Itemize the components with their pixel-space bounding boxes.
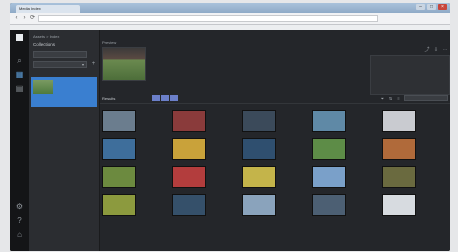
collections-panel: Assets > Index Collections ▾ + [29,30,100,251]
preview-label: Preview [102,40,117,45]
results-toolbar: Results ⏷ ⇅ ≡ [100,94,450,104]
back-icon[interactable]: ‹ [13,15,20,22]
thumbnail-image [382,138,416,160]
maximize-button[interactable]: □ [427,4,436,10]
grid-icon[interactable]: ▤ [15,84,24,93]
close-button[interactable]: × [438,4,447,10]
view-toggle-button[interactable] [161,95,169,101]
thumbnail-image [102,166,136,188]
grid-item[interactable] [310,194,378,222]
thumbnail-image [102,110,136,132]
grid-item[interactable] [170,194,238,222]
more-icon[interactable]: ⋯ [442,47,448,53]
thumbnail-image [242,110,276,132]
thumbnail-image [312,138,346,160]
monitor-frame: Media Index – □ × ‹ › ⟳ ⌕ ▦ ▤ ⚙ ? ⌂ Asse… [10,3,450,251]
preview-image[interactable] [102,47,146,81]
results-search-input[interactable] [404,95,448,101]
minimize-button[interactable]: – [416,4,425,10]
grid-item[interactable] [170,110,238,138]
thumbnail-image [242,166,276,188]
thumbnail-image [172,194,206,216]
settings-icon[interactable]: ⚙ [15,202,24,211]
thumbnail-image [102,194,136,216]
thumbnail-image [242,138,276,160]
grid-item[interactable] [240,138,308,166]
browser-tabbar: Media Index – □ × [10,3,450,13]
panel-search-input[interactable] [33,51,87,58]
results-title: Results [102,96,116,101]
filter-icon[interactable]: ⏷ [380,96,385,101]
sort-icon[interactable]: ⇅ [388,96,393,101]
download-icon[interactable]: ⇩ [433,47,439,53]
side-card [370,55,450,95]
grid-item[interactable] [310,166,378,194]
grid-item[interactable] [240,194,308,222]
thumbnail-image [102,138,136,160]
breadcrumb: Assets > Index [33,34,60,39]
grid-item[interactable] [240,110,308,138]
thumbnail-image [382,194,416,216]
grid-item[interactable] [240,166,308,194]
grid-item[interactable] [380,194,448,222]
grid-item[interactable] [100,166,168,194]
grid-item[interactable] [100,194,168,222]
thumbnail-image [312,110,346,132]
app-logo-icon [16,34,23,41]
metadata-panel [150,46,270,82]
thumbnail-image [312,166,346,188]
help-icon[interactable]: ? [15,216,24,225]
list-icon[interactable]: ≡ [396,96,401,101]
grid-item[interactable] [310,138,378,166]
results-tools: ⏷ ⇅ ≡ [380,95,448,101]
thumbnail-image [172,138,206,160]
thumbnail-image [172,110,206,132]
grid-item[interactable] [310,110,378,138]
collection-item-selected[interactable] [31,77,97,107]
forward-icon[interactable]: › [21,15,28,22]
thumbnail-image [172,166,206,188]
folder-icon[interactable]: ▦ [15,70,24,79]
thumbnail-image [312,194,346,216]
grid-item[interactable] [170,138,238,166]
collection-thumbnail [33,80,53,94]
thumbnail-image [242,194,276,216]
chevron-down-icon: ▾ [81,62,84,67]
meta-row [150,76,270,82]
window-controls: – □ × [416,4,447,11]
grid-item[interactable] [100,110,168,138]
thumbnail-image [382,166,416,188]
grid-item[interactable] [380,166,448,194]
add-collection-button[interactable]: + [90,61,97,68]
share-icon[interactable]: ⤴ [424,47,430,53]
panel-filter-select[interactable]: ▾ [33,61,87,68]
app-root: ⌕ ▦ ▤ ⚙ ? ⌂ Assets > Index Collections ▾… [10,30,450,251]
grid-item[interactable] [100,138,168,166]
user-icon[interactable]: ⌂ [15,230,24,239]
left-rail: ⌕ ▦ ▤ ⚙ ? ⌂ [10,30,29,251]
panel-title: Collections [33,42,56,47]
main-area: Preview ⤴ ⇩ ⋯ Results ⏷ ⇅ ≡ [100,30,450,251]
grid-item[interactable] [380,110,448,138]
browser-tab[interactable]: Media Index [16,5,80,13]
view-toggle-button[interactable] [152,95,160,101]
search-icon[interactable]: ⌕ [15,56,24,65]
grid-item[interactable] [380,138,448,166]
thumbnail-image [382,110,416,132]
view-toggle [152,95,178,101]
preview-toolbar: ⤴ ⇩ ⋯ [424,47,448,53]
reload-icon[interactable]: ⟳ [29,15,36,22]
url-field[interactable] [38,15,378,22]
view-toggle-button[interactable] [170,95,178,101]
address-bar: ‹ › ⟳ [10,13,450,25]
grid-item[interactable] [170,166,238,194]
